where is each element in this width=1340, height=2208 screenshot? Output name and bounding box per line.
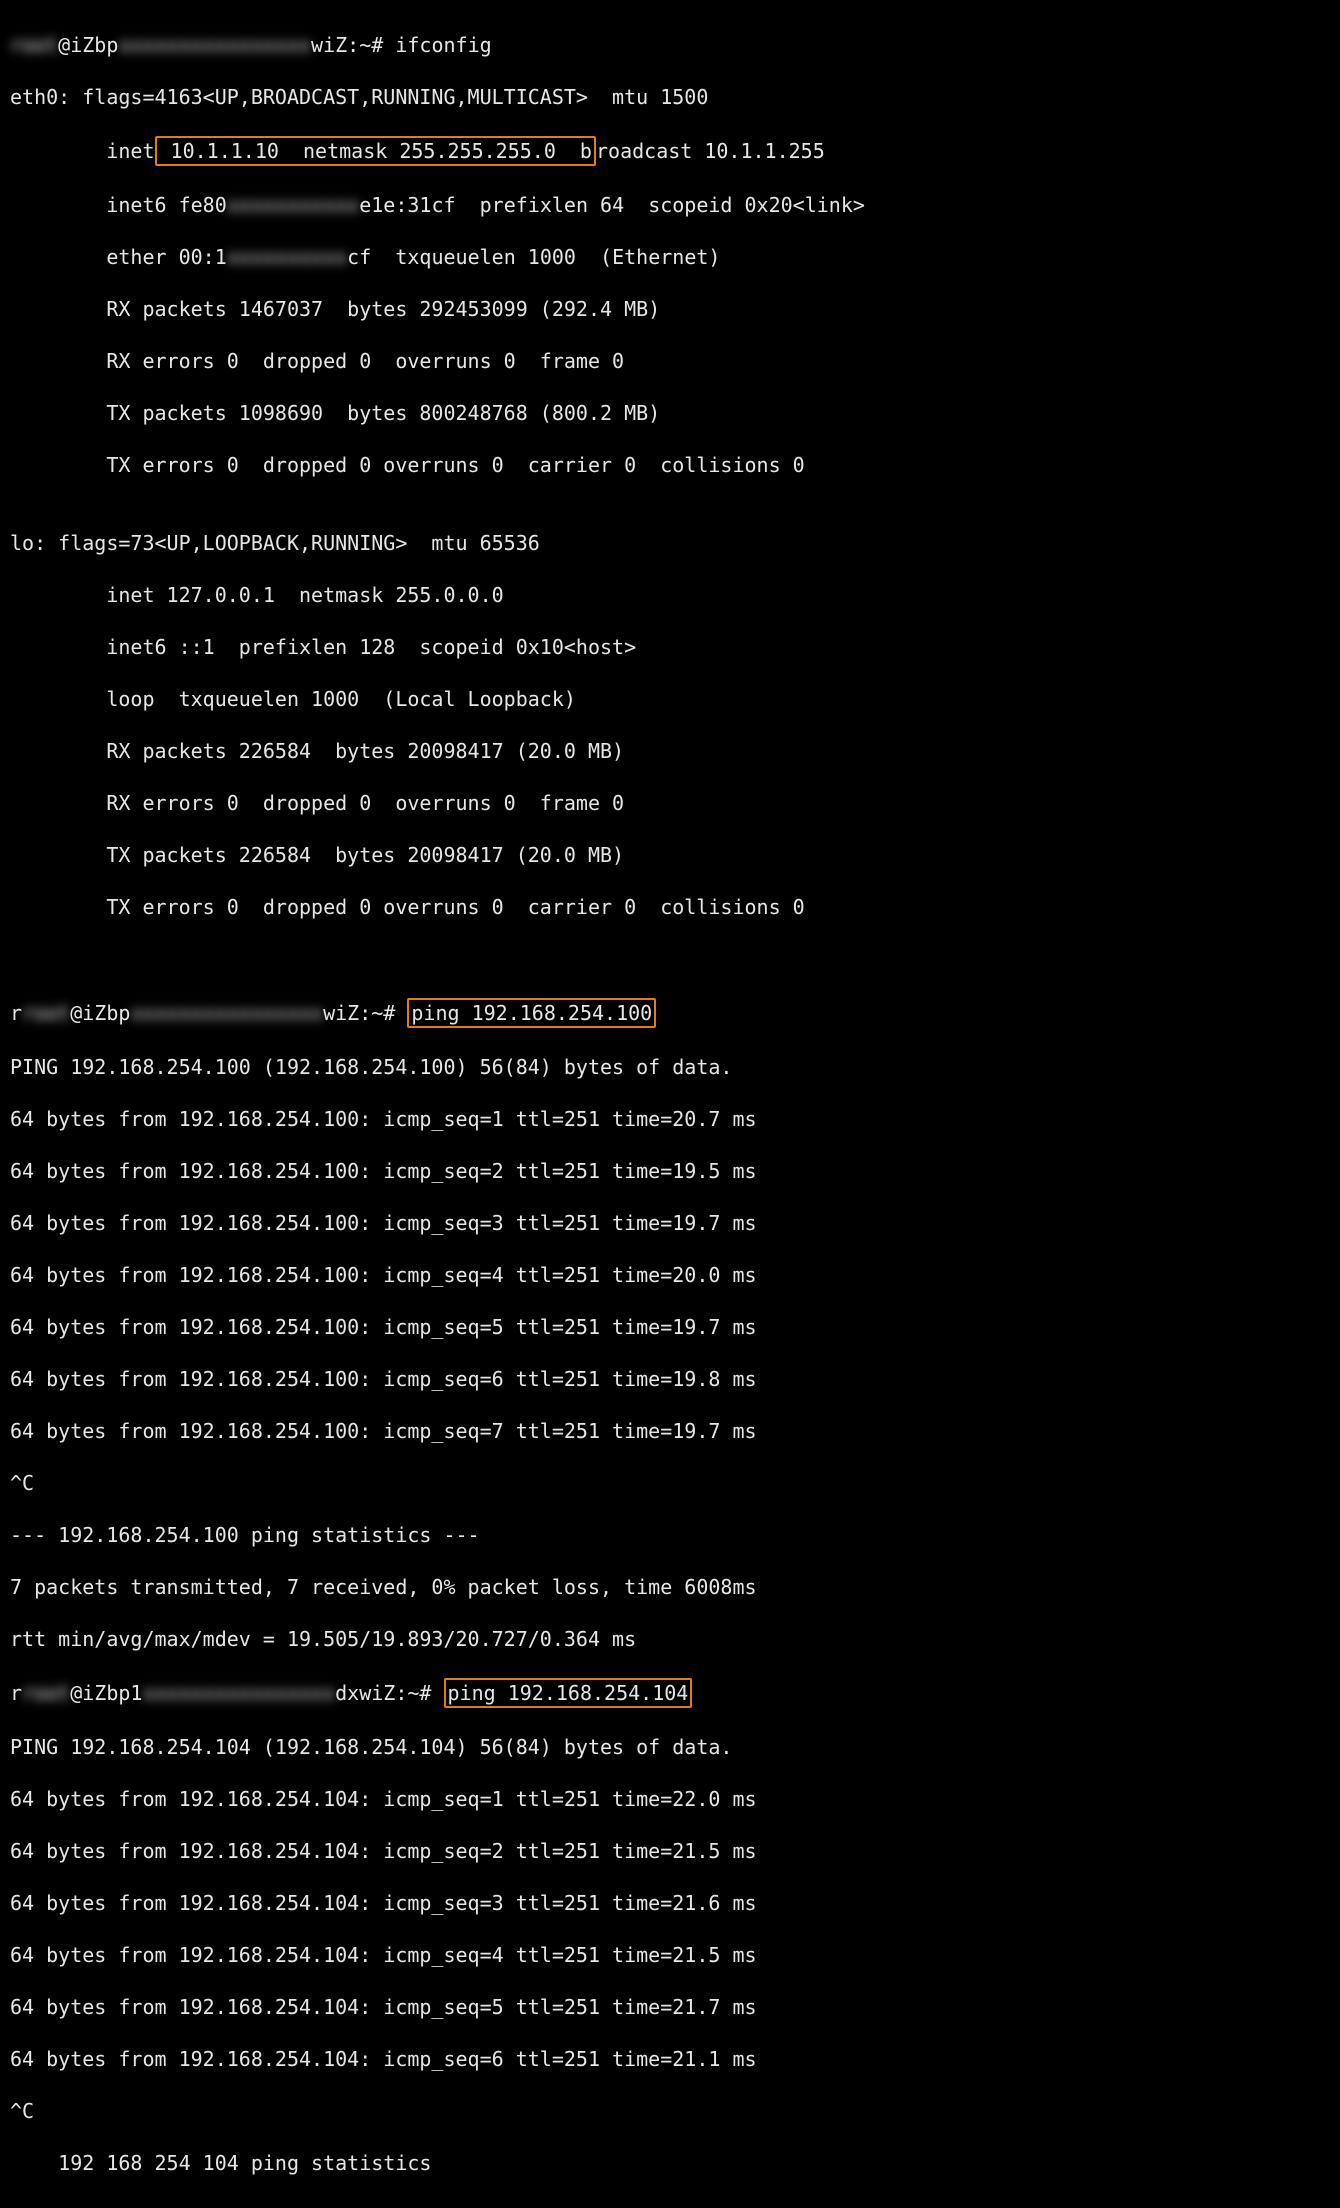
inet-prefix: inet [10,139,155,163]
ping1-stats-hdr: --- 192.168.254.100 ping statistics --- [10,1522,1310,1548]
lo-rx-errors: RX errors 0 dropped 0 overruns 0 frame 0 [10,790,1310,816]
prompt2-host-a: @iZbp [70,1001,130,1025]
ping2-reply: 64 bytes from 192.168.254.104: icmp_seq=… [10,1838,1310,1864]
ping1-header: PING 192.168.254.100 (192.168.254.100) 5… [10,1054,1310,1080]
ping1-reply: 64 bytes from 192.168.254.100: icmp_seq=… [10,1158,1310,1184]
highlight-box-ping2: ping 192.168.254.104 [444,1678,693,1708]
ping1-reply: 64 bytes from 192.168.254.100: icmp_seq=… [10,1418,1310,1444]
terminal[interactable]: root@iZbpxxxxxxxxxxxxxxxxwiZ:~# ifconfig… [0,0,1320,2208]
lo-inet: inet 127.0.0.1 netmask 255.0.0.0 [10,582,1310,608]
prompt2-host-c: wiZ:~# [323,1001,407,1025]
ping1-reply: 64 bytes from 192.168.254.100: icmp_seq=… [10,1106,1310,1132]
blank2 [10,946,1310,972]
eth0-tx-errors: TX errors 0 dropped 0 overruns 0 carrier… [10,452,1310,478]
ping1-stats1: 7 packets transmitted, 7 received, 0% pa… [10,1574,1310,1600]
ping2-stats-partial: 192 168 254 104 ping statistics [10,2150,1310,2176]
ping1-reply: 64 bytes from 192.168.254.100: icmp_seq=… [10,1210,1310,1236]
eth0-rx-errors: RX errors 0 dropped 0 overruns 0 frame 0 [10,348,1310,374]
blurred-user3: root [22,1681,70,1705]
lo-loop: loop txqueuelen 1000 (Local Loopback) [10,686,1310,712]
ping2-header: PING 192.168.254.104 (192.168.254.104) 5… [10,1734,1310,1760]
ether-suffix: cf txqueuelen 1000 (Ethernet) [347,245,720,269]
blurred-host2: xxxxxxxxxxxxxxxx [130,1001,323,1025]
blurred-ether: xxxxxxxxxx [227,245,347,269]
ping1-reply: 64 bytes from 192.168.254.100: icmp_seq=… [10,1262,1310,1288]
blurred-host3: xxxxxxxxxxxxxxxx [142,1681,335,1705]
lo-tx-errors: TX errors 0 dropped 0 overruns 0 carrier… [10,894,1310,920]
highlight-box-ping1: ping 192.168.254.100 [407,998,656,1028]
blurred-user: root [10,33,58,57]
prompt-line-2: rroot@iZbpxxxxxxxxxxxxxxxxwiZ:~# ping 19… [10,998,1310,1028]
cmd-ifconfig: ifconfig [395,33,491,57]
eth0-ether-line: ether 00:1xxxxxxxxxxcf txqueuelen 1000 (… [10,244,1310,270]
ping2-reply: 64 bytes from 192.168.254.104: icmp_seq=… [10,1942,1310,1968]
eth0-inet6-line: inet6 fe80xxxxxxxxxxxe1e:31cf prefixlen … [10,192,1310,218]
inet6-prefix: inet6 fe80 [10,193,227,217]
ping1-ctrlc: ^C [10,1470,1310,1496]
lo-inet6: inet6 ::1 prefixlen 128 scopeid 0x10<hos… [10,634,1310,660]
blurred-user2: root [22,1001,70,1025]
prompt3-host-c: dxwiZ:~# [335,1681,443,1705]
ping1-reply: 64 bytes from 192.168.254.100: icmp_seq=… [10,1366,1310,1392]
prompt-host-c: wiZ:~# [311,33,395,57]
ping2-reply: 64 bytes from 192.168.254.104: icmp_seq=… [10,2046,1310,2072]
prompt-host-a: @iZbp [58,33,118,57]
eth0-rx-packets: RX packets 1467037 bytes 292453099 (292.… [10,296,1310,322]
lo-header: lo: flags=73<UP,LOOPBACK,RUNNING> mtu 65… [10,530,1310,556]
ping2-ctrlc: ^C [10,2098,1310,2124]
blurred-inet6: xxxxxxxxxxx [227,193,359,217]
highlight-box-inet: 10.1.1.10 netmask 255.255.255.0 b [155,136,596,166]
ping1-reply: 64 bytes from 192.168.254.100: icmp_seq=… [10,1314,1310,1340]
prompt-line-1: root@iZbpxxxxxxxxxxxxxxxxwiZ:~# ifconfig [10,32,1310,58]
inet-suffix: roadcast 10.1.1.255 [596,139,825,163]
ping2-reply: 64 bytes from 192.168.254.104: icmp_seq=… [10,1994,1310,2020]
lo-rx-packets: RX packets 226584 bytes 20098417 (20.0 M… [10,738,1310,764]
eth0-header: eth0: flags=4163<UP,BROADCAST,RUNNING,MU… [10,84,1310,110]
inet6-suffix: e1e:31cf prefixlen 64 scopeid 0x20<link> [359,193,865,217]
prompt3-prefix: r [10,1681,22,1705]
ping1-stats2: rtt min/avg/max/mdev = 19.505/19.893/20.… [10,1626,1310,1652]
ping2-reply: 64 bytes from 192.168.254.104: icmp_seq=… [10,1786,1310,1812]
prompt-line-3: rroot@iZbp1xxxxxxxxxxxxxxxxdxwiZ:~# ping… [10,1678,1310,1708]
lo-tx-packets: TX packets 226584 bytes 20098417 (20.0 M… [10,842,1310,868]
eth0-tx-packets: TX packets 1098690 bytes 800248768 (800.… [10,400,1310,426]
ether-prefix: ether 00:1 [10,245,227,269]
ping2-reply: 64 bytes from 192.168.254.104: icmp_seq=… [10,1890,1310,1916]
prompt3-host-a: @iZbp1 [70,1681,142,1705]
prompt2-prefix: r [10,1001,22,1025]
blurred-host: xxxxxxxxxxxxxxxx [118,33,311,57]
eth0-inet-line: inet 10.1.1.10 netmask 255.255.255.0 bro… [10,136,1310,166]
